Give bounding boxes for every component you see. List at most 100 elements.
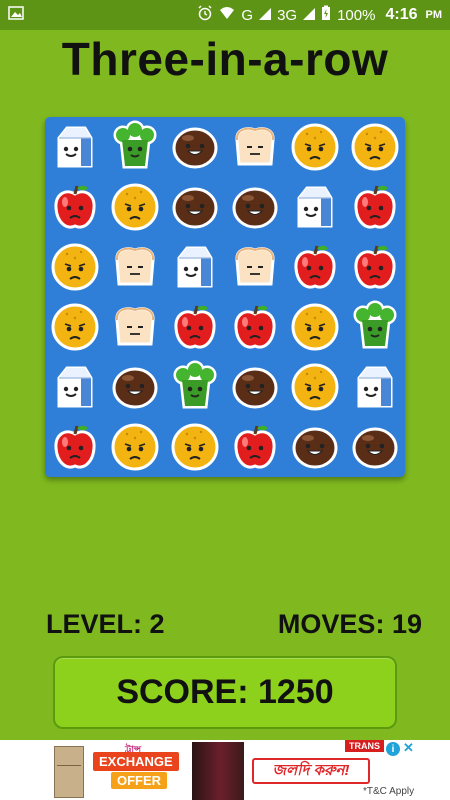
bread-icon <box>235 127 275 166</box>
tile-milk[interactable] <box>345 357 405 417</box>
coconut-icon <box>172 127 218 169</box>
tile-apple[interactable] <box>225 297 285 357</box>
apple-icon <box>174 305 216 349</box>
level-value: 2 <box>149 609 165 639</box>
tile-orange[interactable] <box>105 177 165 237</box>
level-display: LEVEL2 <box>46 609 165 640</box>
orange-icon <box>291 123 339 171</box>
tile-apple[interactable] <box>165 297 225 357</box>
apple-icon <box>234 425 276 469</box>
moves-value: 19 <box>391 609 422 639</box>
wifi-icon <box>219 6 235 24</box>
coconut-icon <box>352 427 398 469</box>
tile-coconut[interactable] <box>225 177 285 237</box>
apple-icon <box>234 305 276 349</box>
tile-milk[interactable] <box>45 357 105 417</box>
milk-icon <box>357 366 393 408</box>
moves-label: MOVES <box>278 609 392 639</box>
coconut-icon <box>232 187 278 229</box>
tile-broccoli[interactable] <box>105 117 165 177</box>
milk-icon <box>57 366 93 408</box>
tile-bread[interactable] <box>225 237 285 297</box>
signal-icon-2 <box>303 7 316 24</box>
orange-icon <box>291 303 339 351</box>
tile-broccoli[interactable] <box>165 357 225 417</box>
orange-icon <box>111 423 159 471</box>
game-board[interactable] <box>45 117 405 477</box>
game-title: Three-in-a-row <box>61 33 389 85</box>
apple-icon <box>54 185 96 229</box>
ad-banner[interactable]: ট্রান্স EXCHANGE OFFER জলদি করুন! TRANS … <box>0 740 450 800</box>
coconut-icon <box>112 367 158 409</box>
clock-time: 4:16 <box>385 6 418 23</box>
battery-charging-icon <box>321 5 331 25</box>
tile-apple[interactable] <box>345 237 405 297</box>
alarm-icon <box>197 5 213 25</box>
broccoli-icon <box>173 360 217 409</box>
orange-icon <box>51 303 99 351</box>
tile-milk[interactable] <box>45 117 105 177</box>
tile-orange[interactable] <box>345 117 405 177</box>
tile-coconut[interactable] <box>165 177 225 237</box>
tile-coconut[interactable] <box>345 417 405 477</box>
score-button[interactable]: SCORE: 1250 <box>53 656 397 729</box>
ad-cta-button[interactable]: জলদি করুন! <box>252 758 370 784</box>
bread-icon <box>115 307 155 346</box>
signal-icon <box>259 7 272 24</box>
apple-icon <box>294 245 336 289</box>
tile-coconut[interactable] <box>285 417 345 477</box>
tile-orange[interactable] <box>105 417 165 477</box>
tile-apple[interactable] <box>45 177 105 237</box>
apple-icon <box>54 425 96 469</box>
coconut-icon <box>292 427 338 469</box>
tile-bread[interactable] <box>225 117 285 177</box>
broccoli-icon <box>353 300 397 349</box>
tile-coconut[interactable] <box>105 357 165 417</box>
tile-coconut[interactable] <box>225 357 285 417</box>
tile-orange[interactable] <box>45 237 105 297</box>
orange-icon <box>291 363 339 411</box>
gallery-notification-icon <box>8 6 24 24</box>
moves-display: MOVES19 <box>278 609 422 640</box>
orange-icon <box>171 423 219 471</box>
broccoli-icon <box>113 120 157 169</box>
orange-icon <box>351 123 399 171</box>
tile-milk[interactable] <box>165 237 225 297</box>
battery-percent: 100% <box>337 6 376 24</box>
tile-orange[interactable] <box>45 297 105 357</box>
tile-orange[interactable] <box>285 297 345 357</box>
tile-apple[interactable] <box>345 177 405 237</box>
coconut-icon <box>232 367 278 409</box>
milk-icon <box>297 186 333 228</box>
ad-close-icon[interactable]: ✕ <box>403 740 417 756</box>
milk-icon <box>177 246 213 288</box>
ad-fridge-image <box>54 746 84 798</box>
ad-tag: TRANS <box>345 740 384 752</box>
bread-icon <box>235 247 275 286</box>
tile-orange[interactable] <box>285 357 345 417</box>
tile-orange[interactable] <box>165 417 225 477</box>
level-label: LEVEL <box>46 609 150 639</box>
ad-fridge-image-2 <box>192 742 244 800</box>
tile-apple[interactable] <box>225 417 285 477</box>
ad-offer-line2: OFFER <box>111 772 168 789</box>
tile-bread[interactable] <box>105 237 165 297</box>
apple-icon <box>354 245 396 289</box>
tile-coconut[interactable] <box>165 117 225 177</box>
network-type-label: G <box>241 6 254 24</box>
ad-terms-text: *T&C Apply <box>363 786 415 797</box>
bread-icon <box>115 247 155 286</box>
tile-broccoli[interactable] <box>345 297 405 357</box>
ad-info-icon[interactable]: i <box>386 742 400 756</box>
network-type-label-2: 3G <box>277 6 298 24</box>
tile-apple[interactable] <box>45 417 105 477</box>
status-bar: G 3G 100% 4:16 PM <box>0 0 450 30</box>
orange-icon <box>111 183 159 231</box>
tile-orange[interactable] <box>285 117 345 177</box>
orange-icon <box>51 243 99 291</box>
tile-bread[interactable] <box>105 297 165 357</box>
apple-icon <box>354 185 396 229</box>
clock-ampm: PM <box>425 9 443 21</box>
tile-apple[interactable] <box>285 237 345 297</box>
tile-milk[interactable] <box>285 177 345 237</box>
